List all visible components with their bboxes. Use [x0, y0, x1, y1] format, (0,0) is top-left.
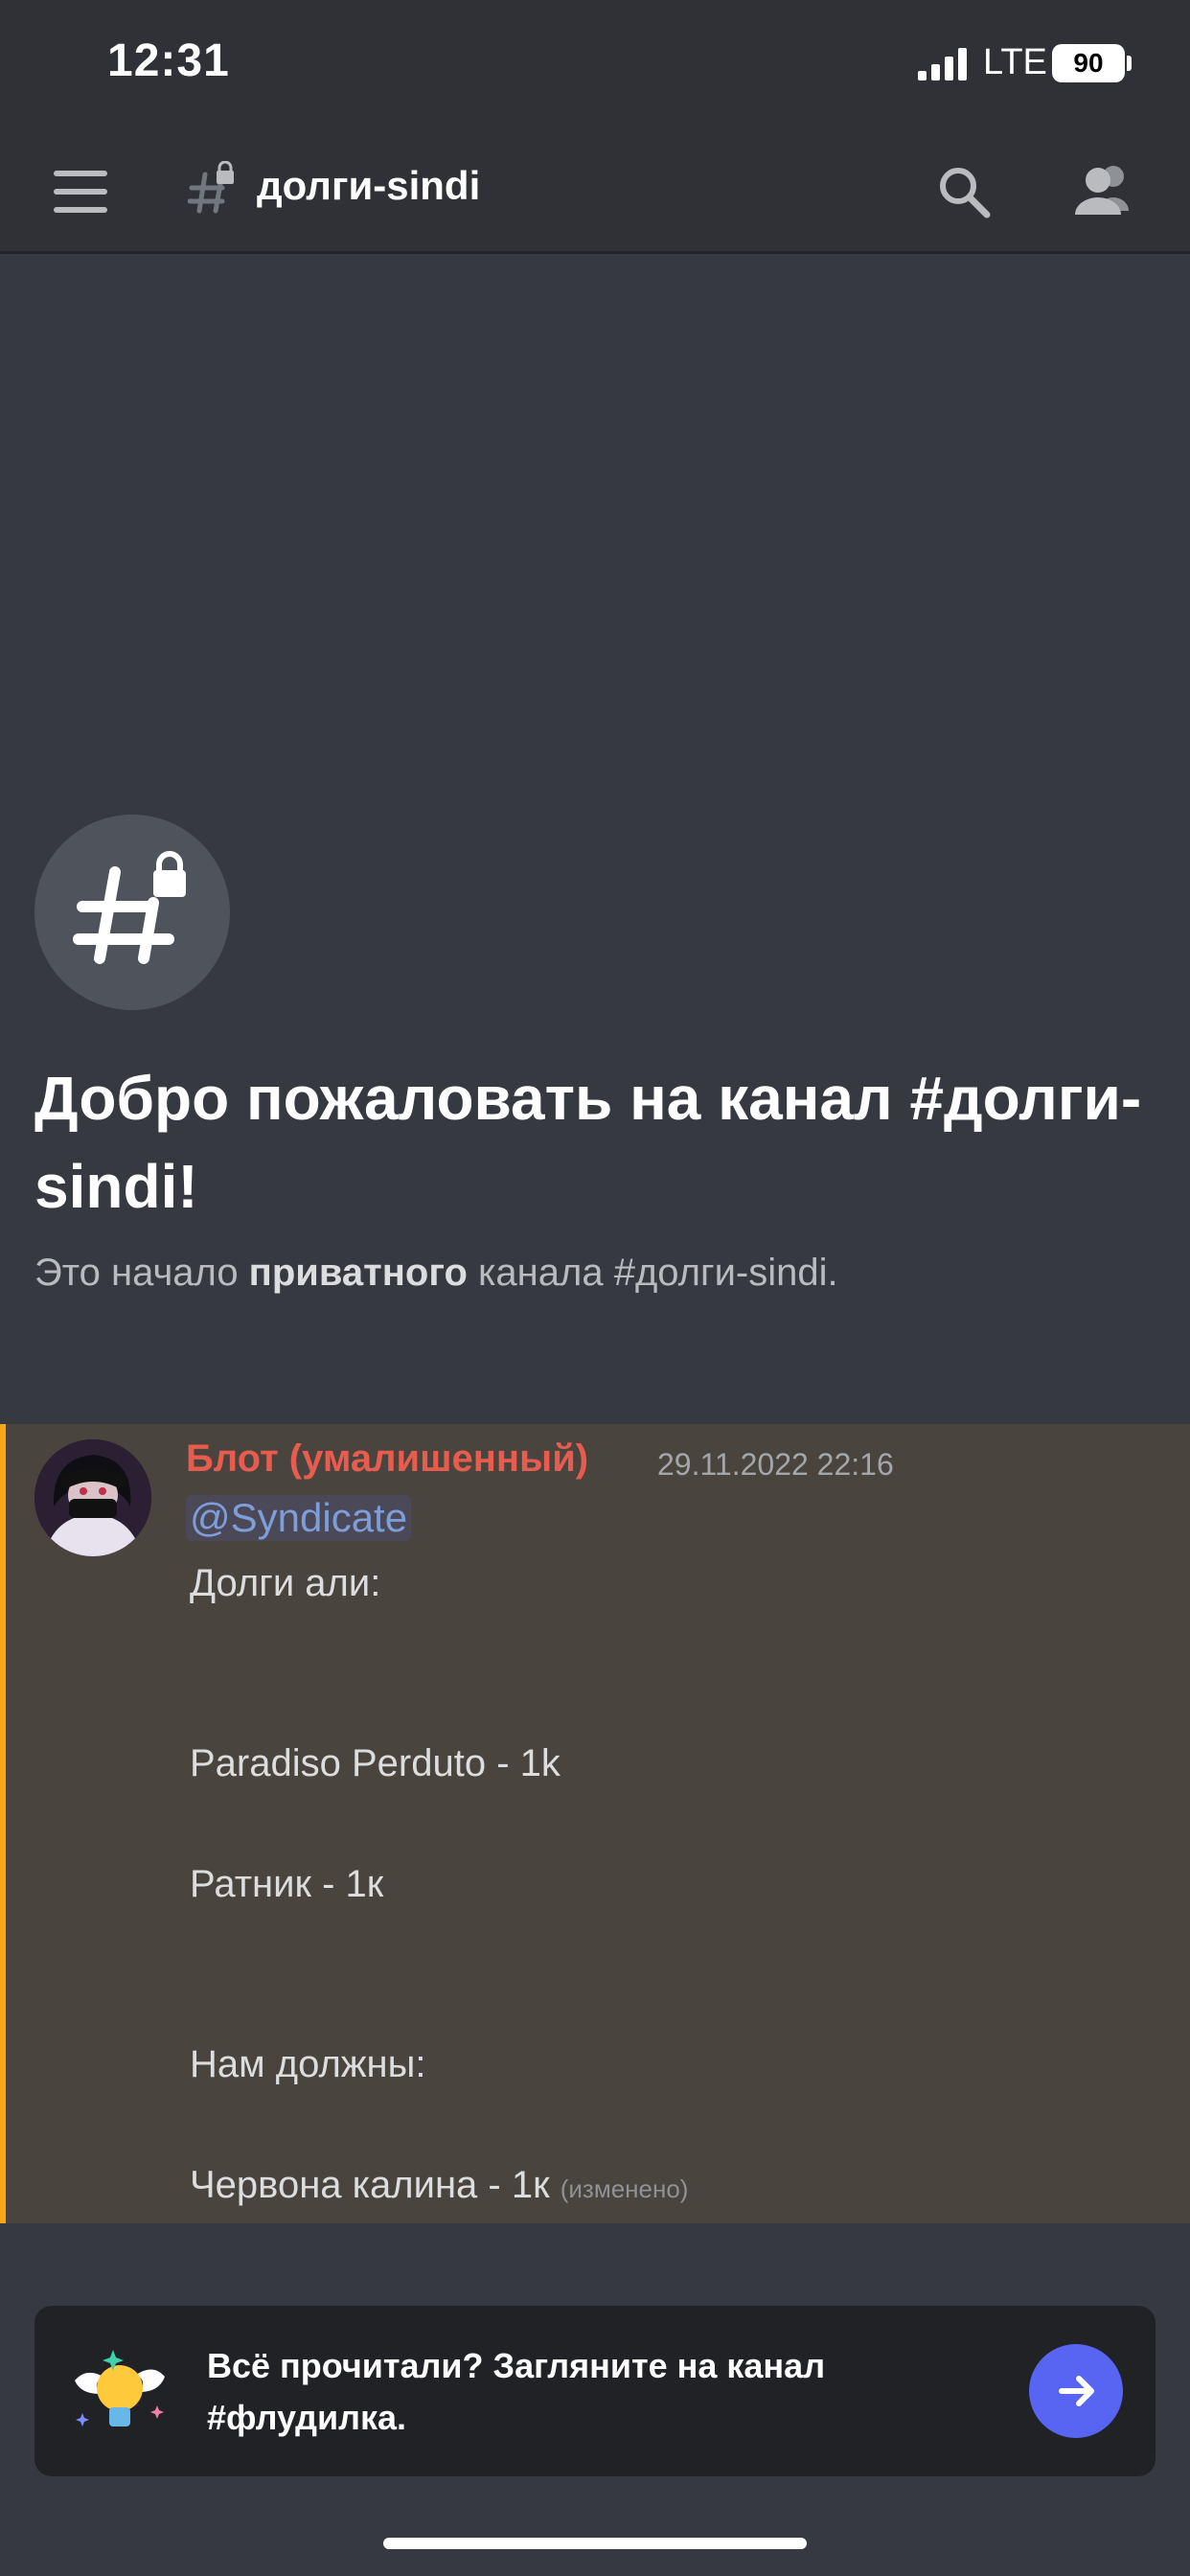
message-item[interactable]: Блот (умалишенный) 29.11.2022 22:16 @Syn… — [0, 1424, 1190, 2223]
welcome-subtitle-prefix: Это начало — [34, 1252, 249, 1294]
search-icon[interactable] — [935, 163, 993, 220]
message-line-text: Червона калина - 1к — [190, 2164, 550, 2206]
channel-title: долги-sindi — [257, 163, 481, 208]
arrow-right-icon — [1059, 2376, 1094, 2406]
welcome-subtitle-bold: приватного — [248, 1252, 468, 1294]
avatar[interactable] — [34, 1439, 151, 1556]
message-last-line: Червона калина - 1к (изменено) — [190, 2164, 688, 2207]
welcome-subtitle-suffix: канала #долги-sindi. — [467, 1252, 838, 1294]
menu-icon[interactable] — [54, 171, 107, 213]
channel-header: долги-sindi — [0, 134, 1190, 254]
channel-welcome-icon — [34, 815, 230, 1010]
go-to-channel-button[interactable] — [1029, 2344, 1123, 2438]
signal-icon — [918, 48, 968, 80]
welcome-title: Добро пожаловать на канал #долги-sindi! — [34, 1064, 1142, 1221]
battery-icon: 90 — [1052, 44, 1125, 82]
members-icon[interactable] — [1069, 161, 1136, 218]
banner-text: Всё прочитали? Загляните на канал #флуди… — [207, 2346, 826, 2437]
home-indicator[interactable] — [383, 2538, 807, 2549]
message-author[interactable]: Блот (умалишенный) — [186, 1438, 588, 1481]
battery-tip — [1127, 56, 1132, 71]
private-channel-icon — [187, 160, 238, 218]
message-line: Ратник - 1к — [190, 1863, 384, 1905]
message-line: Paradiso Perduto - 1k — [190, 1742, 561, 1784]
welcome-subtitle: Это начало приватного канала #долги-sind… — [34, 1252, 838, 1295]
message-line: Нам должны: — [190, 2043, 426, 2085]
network-type: LTE — [983, 42, 1047, 82]
read-all-banner[interactable]: Всё прочитали? Загляните на канал #флуди… — [34, 2306, 1156, 2476]
message-line: Долги али: — [190, 1562, 381, 1604]
message-timestamp: 29.11.2022 22:16 — [657, 1447, 894, 1482]
status-bar: 12:31 LTE 90 — [0, 0, 1190, 134]
lightbulb-wings-icon — [67, 2338, 172, 2444]
user-mention[interactable]: @Syndicate — [186, 1495, 412, 1541]
edited-marker: (изменено) — [560, 2174, 689, 2203]
clock: 12:31 — [107, 35, 230, 86]
